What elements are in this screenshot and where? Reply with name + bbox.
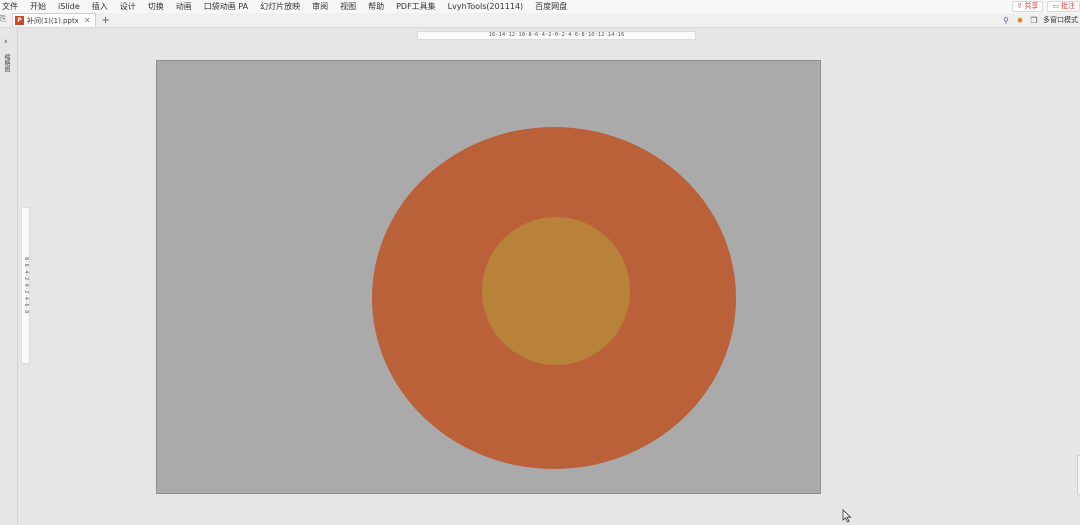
document-tab[interactable]: P 补间(1)(1).pptx ✕ (12, 13, 96, 27)
menu-help[interactable]: 帮助 (364, 0, 392, 13)
inner-circle-shape[interactable] (482, 217, 630, 365)
document-tab-bar: ⎘ P 补间(1)(1).pptx ✕ + ⚲ ✹ ❐ 多窗口模式 (0, 13, 1080, 28)
share-label: 共享 (1024, 2, 1039, 10)
thumbnail-panel: › 缩略图 (0, 28, 18, 525)
vertical-ruler[interactable]: 8·6·4·2·0·2·4·6·8 (21, 207, 30, 364)
tabbar-right-tools: ⚲ ✹ ❐ 多窗口模式 (1001, 13, 1080, 27)
document-tab-title: 补间(1)(1).pptx (27, 16, 79, 25)
expand-panel-chevron-icon[interactable]: › (4, 37, 8, 47)
comment-button[interactable]: ▭ 批注 (1047, 1, 1080, 12)
mouse-cursor-icon (842, 509, 852, 523)
multi-window-label[interactable]: 多窗口模式 (1043, 15, 1078, 25)
slide-canvas[interactable] (156, 60, 821, 494)
menu-pocket-animation[interactable]: 口袋动画 PA (200, 0, 256, 13)
menu-design[interactable]: 设计 (116, 0, 144, 13)
new-tab-icon[interactable]: + (100, 15, 112, 26)
menu-pdf-tools[interactable]: PDF工具集 (392, 0, 444, 13)
comment-icon: ▭ (1052, 2, 1059, 10)
horizontal-ruler[interactable]: 16·14·12·10·8·6·4·2·0·2·4·6·8·10·12·14·1… (417, 31, 696, 40)
settings-gear-icon[interactable]: ✹ (1015, 15, 1025, 25)
slide-shapes (372, 127, 736, 469)
comment-label: 批注 (1061, 2, 1075, 10)
menu-islide[interactable]: iSlide (54, 0, 88, 13)
search-tool-icon[interactable]: ⚲ (1001, 15, 1011, 25)
menu-animations[interactable]: 动画 (172, 0, 200, 13)
thumbnail-panel-label[interactable]: 缩略图 (2, 54, 10, 72)
menu-home[interactable]: 开始 (26, 0, 54, 13)
menu-baidu-netdisk[interactable]: 百度网盘 (531, 0, 575, 13)
menu-lvyhtools[interactable]: LvyhTools(201114) (444, 0, 531, 13)
pptx-file-icon: P (15, 16, 24, 25)
restore-icon[interactable]: ⎘ (0, 14, 9, 25)
menu-bar: 文件 开始 iSlide 插入 设计 切换 动画 口袋动画 PA 幻灯片放映 审… (0, 0, 1080, 13)
share-icon: ⇪ (1016, 2, 1023, 10)
close-tab-icon[interactable]: ✕ (84, 15, 91, 27)
share-button[interactable]: ⇪ 共享 (1011, 1, 1044, 12)
multi-window-icon[interactable]: ❐ (1029, 15, 1039, 25)
menu-right-actions: ⇪ 共享 ▭ 批注 (1008, 0, 1080, 13)
menu-transitions[interactable]: 切换 (144, 0, 172, 13)
menu-view[interactable]: 视图 (336, 0, 364, 13)
menu-slideshow[interactable]: 幻灯片放映 (256, 0, 308, 13)
menu-file[interactable]: 文件 (0, 0, 26, 13)
menu-insert[interactable]: 插入 (88, 0, 116, 13)
menu-review[interactable]: 审阅 (308, 0, 336, 13)
